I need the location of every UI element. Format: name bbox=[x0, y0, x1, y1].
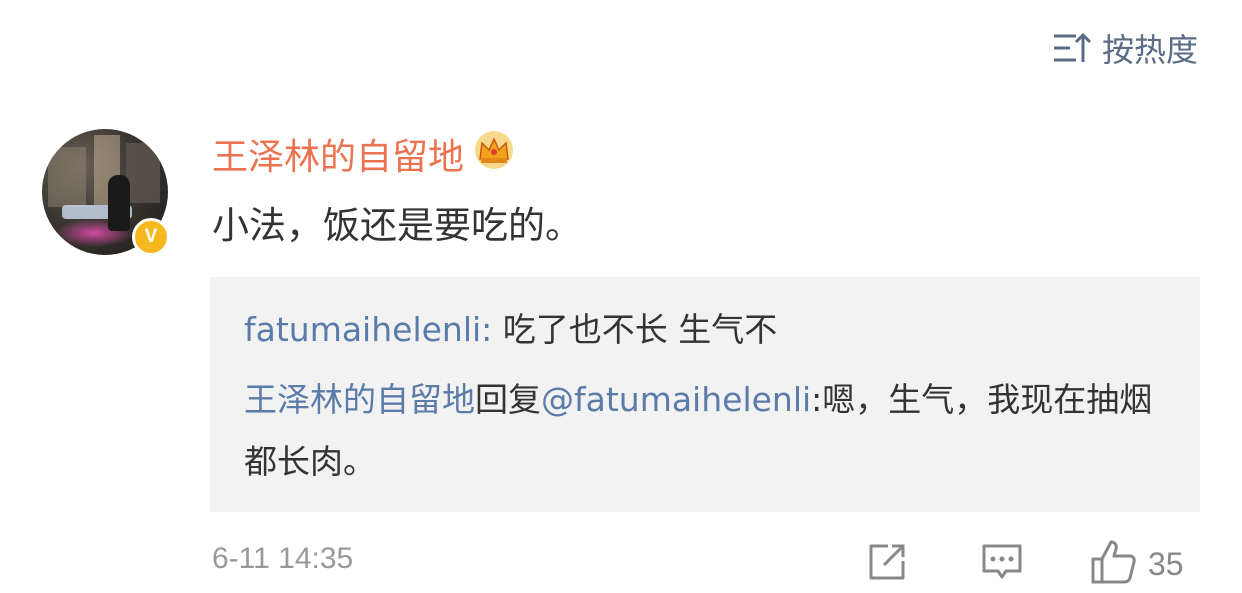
sort-icon bbox=[1052, 31, 1092, 65]
replies-box[interactable]: fatumaihelenli: 吃了也不长 生气不 王泽林的自留地回复@fatu… bbox=[210, 277, 1200, 512]
comment-text: 小法，饭还是要吃的。 bbox=[212, 204, 582, 247]
reply-action: 回复 bbox=[475, 380, 541, 419]
comment-bubble-icon bbox=[980, 541, 1024, 587]
thumbs-up-icon bbox=[1090, 539, 1138, 589]
verified-badge-icon: V bbox=[132, 218, 170, 256]
comment-username[interactable]: 王泽林的自留地 bbox=[212, 128, 516, 180]
like-button[interactable]: 35 bbox=[1090, 539, 1184, 589]
reply-text: 吃了也不长 生气不 bbox=[502, 310, 778, 349]
reply-mention[interactable]: @fatumaihelenli bbox=[541, 380, 811, 419]
comment-button[interactable] bbox=[980, 542, 1024, 586]
username-label: 王泽林的自留地 bbox=[212, 137, 465, 178]
sort-label: 按热度 bbox=[1101, 31, 1198, 69]
reply-item[interactable]: fatumaihelenli: 吃了也不长 生气不 bbox=[244, 299, 1166, 361]
like-count: 35 bbox=[1148, 545, 1184, 582]
sort-by-hot-button[interactable]: 按热度 bbox=[1052, 26, 1198, 70]
crown-icon bbox=[472, 130, 516, 179]
reply-username[interactable]: 王泽林的自留地 bbox=[244, 380, 475, 419]
reply-separator: : bbox=[481, 310, 503, 349]
share-button[interactable] bbox=[866, 542, 908, 586]
reply-item[interactable]: 王泽林的自留地回复@fatumaihelenli:嗯，生气，我现在抽烟都长肉。 bbox=[244, 369, 1166, 493]
comment-timestamp: 6-11 14:35 bbox=[212, 542, 354, 575]
avatar[interactable]: V bbox=[42, 129, 170, 256]
share-icon bbox=[866, 541, 908, 587]
reply-username[interactable]: fatumaihelenli bbox=[244, 310, 481, 349]
